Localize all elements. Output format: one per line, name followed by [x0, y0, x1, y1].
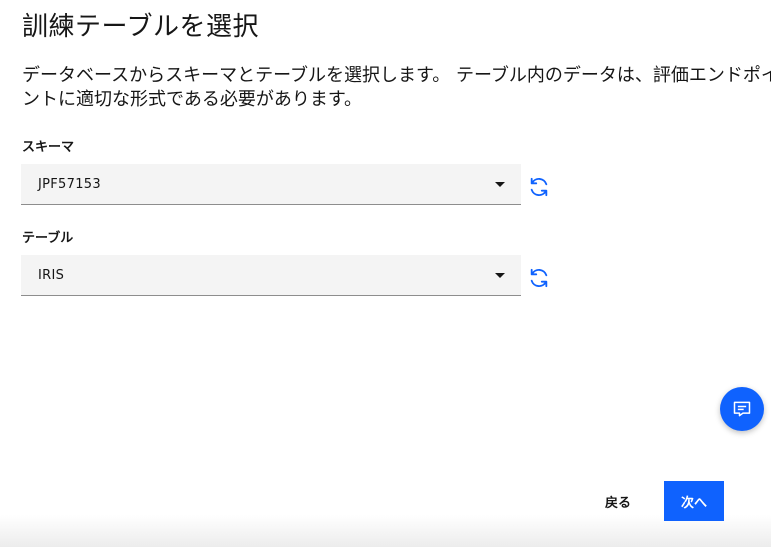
chevron-down-icon	[495, 182, 505, 187]
next-button[interactable]: 次へ	[664, 481, 724, 521]
bottom-fade	[0, 515, 771, 547]
table-select[interactable]: IRIS	[21, 255, 521, 296]
table-refresh-icon[interactable]	[528, 267, 550, 289]
chat-icon	[733, 401, 751, 417]
table-select-value: IRIS	[38, 267, 65, 283]
page-description: データベースからスキーマとテーブルを選択します。 テーブル内のデータは、評価エン…	[22, 65, 771, 110]
table-label: テーブル	[22, 231, 74, 246]
page-title: 訓練テーブルを選択	[22, 12, 259, 42]
schema-label: スキーマ	[22, 140, 75, 155]
chat-button[interactable]	[720, 387, 764, 431]
schema-refresh-icon[interactable]	[528, 176, 550, 198]
chevron-down-icon	[495, 273, 505, 278]
schema-select-value: JPF57153	[38, 176, 101, 192]
schema-select[interactable]: JPF57153	[21, 164, 521, 205]
back-button[interactable]: 戻る	[588, 481, 648, 521]
